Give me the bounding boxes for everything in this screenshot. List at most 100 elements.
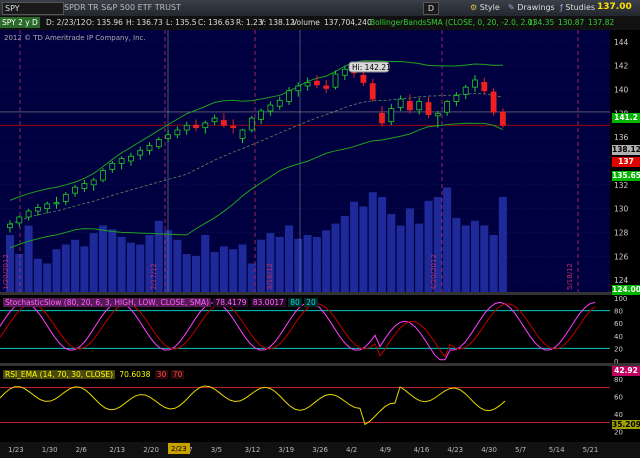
volume-bar	[285, 225, 293, 292]
volume-bar	[489, 235, 498, 292]
candle-body	[388, 108, 395, 123]
volume-bar	[387, 214, 396, 292]
candle-body	[258, 110, 265, 120]
volume-label: Volume	[292, 18, 320, 27]
candle-body	[499, 111, 506, 126]
price-tag-lower-band: 135.65	[612, 171, 640, 181]
studies-label: Studies	[565, 3, 596, 12]
candle-body	[332, 73, 339, 88]
symbol-input[interactable]: SPY	[2, 2, 64, 15]
volume-bar	[396, 225, 405, 292]
drawings-menu[interactable]: ✎ Drawings	[508, 2, 555, 13]
volume-bar	[480, 225, 489, 292]
volume-bar	[238, 244, 247, 292]
chart-toolbar: SPY SPDR TR S&P 500 ETF TRUST D ⚙ Style …	[0, 0, 640, 17]
volume-bar	[117, 236, 126, 292]
rsi-legend[interactable]: RSI_EMA (14, 70, 30, CLOSE) 70.6038 30 7…	[3, 370, 185, 379]
candle-body	[81, 183, 88, 189]
quote-status-bar: SPY 2 y D D: 2/23/12 O: 135.96 H: 136.73…	[0, 16, 640, 31]
time-tick-label: 5/21	[583, 446, 599, 454]
volume-bar	[378, 197, 386, 292]
vertical-date-label: 1/20/2012	[2, 254, 10, 290]
volume-bar	[331, 223, 340, 292]
time-tick-label: 4/30	[481, 446, 497, 454]
candle-body	[453, 95, 460, 102]
time-tick-label: 2/6	[76, 446, 88, 454]
stochastic-tick-label: 40	[614, 333, 623, 341]
candle-body	[174, 129, 181, 136]
symbol-period-label: SPY 2 y D	[0, 17, 40, 28]
candle-body	[406, 101, 413, 111]
candle-body	[267, 104, 274, 112]
rsi-value: 70.6038	[119, 370, 151, 379]
candle-body	[183, 124, 190, 131]
candle-body	[72, 186, 78, 194]
volume-value: 137,704,240	[324, 18, 372, 27]
volume-bar	[80, 246, 89, 292]
panel-splitter[interactable]	[0, 292, 640, 295]
candle-body	[220, 120, 227, 126]
chart-area[interactable]: 2012 © TD Ameritrade IP Company, Inc. 14…	[0, 30, 640, 458]
candle-body	[341, 68, 348, 76]
bollinger-label: BollingerBandsSMA (CLOSE, 0, 20, -2.0, 2…	[370, 18, 536, 27]
volume-bar	[99, 225, 107, 292]
stochastic-overbought: 80	[288, 298, 302, 307]
time-tick-label: 3/12	[245, 446, 261, 454]
candle-body	[100, 170, 106, 181]
vertical-date-label: 5/18/12	[566, 263, 574, 290]
vertical-date-label: 4/20/2012	[430, 254, 438, 290]
rsi-tick-label: 60	[614, 393, 623, 401]
stochastic-tick-label: 60	[614, 320, 623, 328]
time-tick-label: 2/13	[109, 446, 125, 454]
volume-bar	[257, 239, 266, 292]
volume-bar	[182, 254, 191, 292]
bar-close: C: 136.63	[198, 18, 235, 27]
candle-body	[118, 158, 125, 164]
volume-bar	[312, 236, 321, 292]
rsi-level-30: 30	[154, 370, 169, 379]
style-menu[interactable]: ⚙ Style	[470, 2, 500, 13]
bar-low: L: 135.5	[166, 18, 197, 27]
stochastic-tick-label: 100	[614, 295, 627, 303]
symbol-description: SPDR TR S&P 500 ETF TRUST	[64, 3, 181, 12]
time-tick-label: 3/19	[278, 446, 294, 454]
candle-body	[313, 80, 320, 86]
bar-date: D: 2/23/12	[46, 18, 86, 27]
volume-bar	[350, 201, 359, 292]
period-d-button[interactable]: D	[423, 2, 439, 15]
candle-body	[286, 90, 292, 102]
volume-bar	[443, 187, 452, 292]
volume-bar	[322, 230, 331, 292]
time-tick-label: 4/16	[414, 446, 430, 454]
candle-body	[369, 83, 376, 100]
drawings-icon: ✎	[508, 3, 515, 12]
price-tick-label: 128	[614, 228, 629, 237]
stochastic-axis: 100806040200	[614, 295, 627, 366]
vertical-date-label: 2/17/12	[150, 263, 158, 290]
candle-body	[444, 101, 451, 113]
price-tag-upper-band: 141.2	[612, 113, 640, 123]
stochastic-tag: 42.92	[612, 366, 640, 376]
price-tag-last: 137	[612, 157, 640, 167]
candle-body	[53, 202, 60, 205]
volume-bar	[33, 258, 42, 292]
volume-bar	[471, 220, 479, 292]
time-tick-label: 1/23	[8, 446, 24, 454]
stochastic-legend[interactable]: StochasticSlow (80, 20, 6, 3, HIGH, LOW,…	[3, 298, 318, 307]
price-tag-typical: 138.12	[612, 145, 640, 155]
volume-bar	[15, 254, 24, 292]
candle-body	[416, 101, 423, 111]
stochastic-d: 83.0017	[250, 298, 286, 307]
time-tick-label: 3/5	[211, 446, 222, 454]
candle-body	[239, 129, 246, 139]
volume-bar	[71, 239, 80, 292]
volume-bar	[126, 242, 135, 292]
volume-bar	[303, 235, 312, 292]
candle-body	[323, 85, 330, 89]
panel-splitter-2[interactable]	[0, 363, 640, 366]
volume-bar	[229, 249, 238, 292]
volume-bar	[219, 246, 228, 292]
studies-menu[interactable]: ƒ Studies	[560, 2, 595, 13]
time-tick-label: 5/14	[549, 446, 565, 454]
volume-bar	[368, 192, 377, 292]
